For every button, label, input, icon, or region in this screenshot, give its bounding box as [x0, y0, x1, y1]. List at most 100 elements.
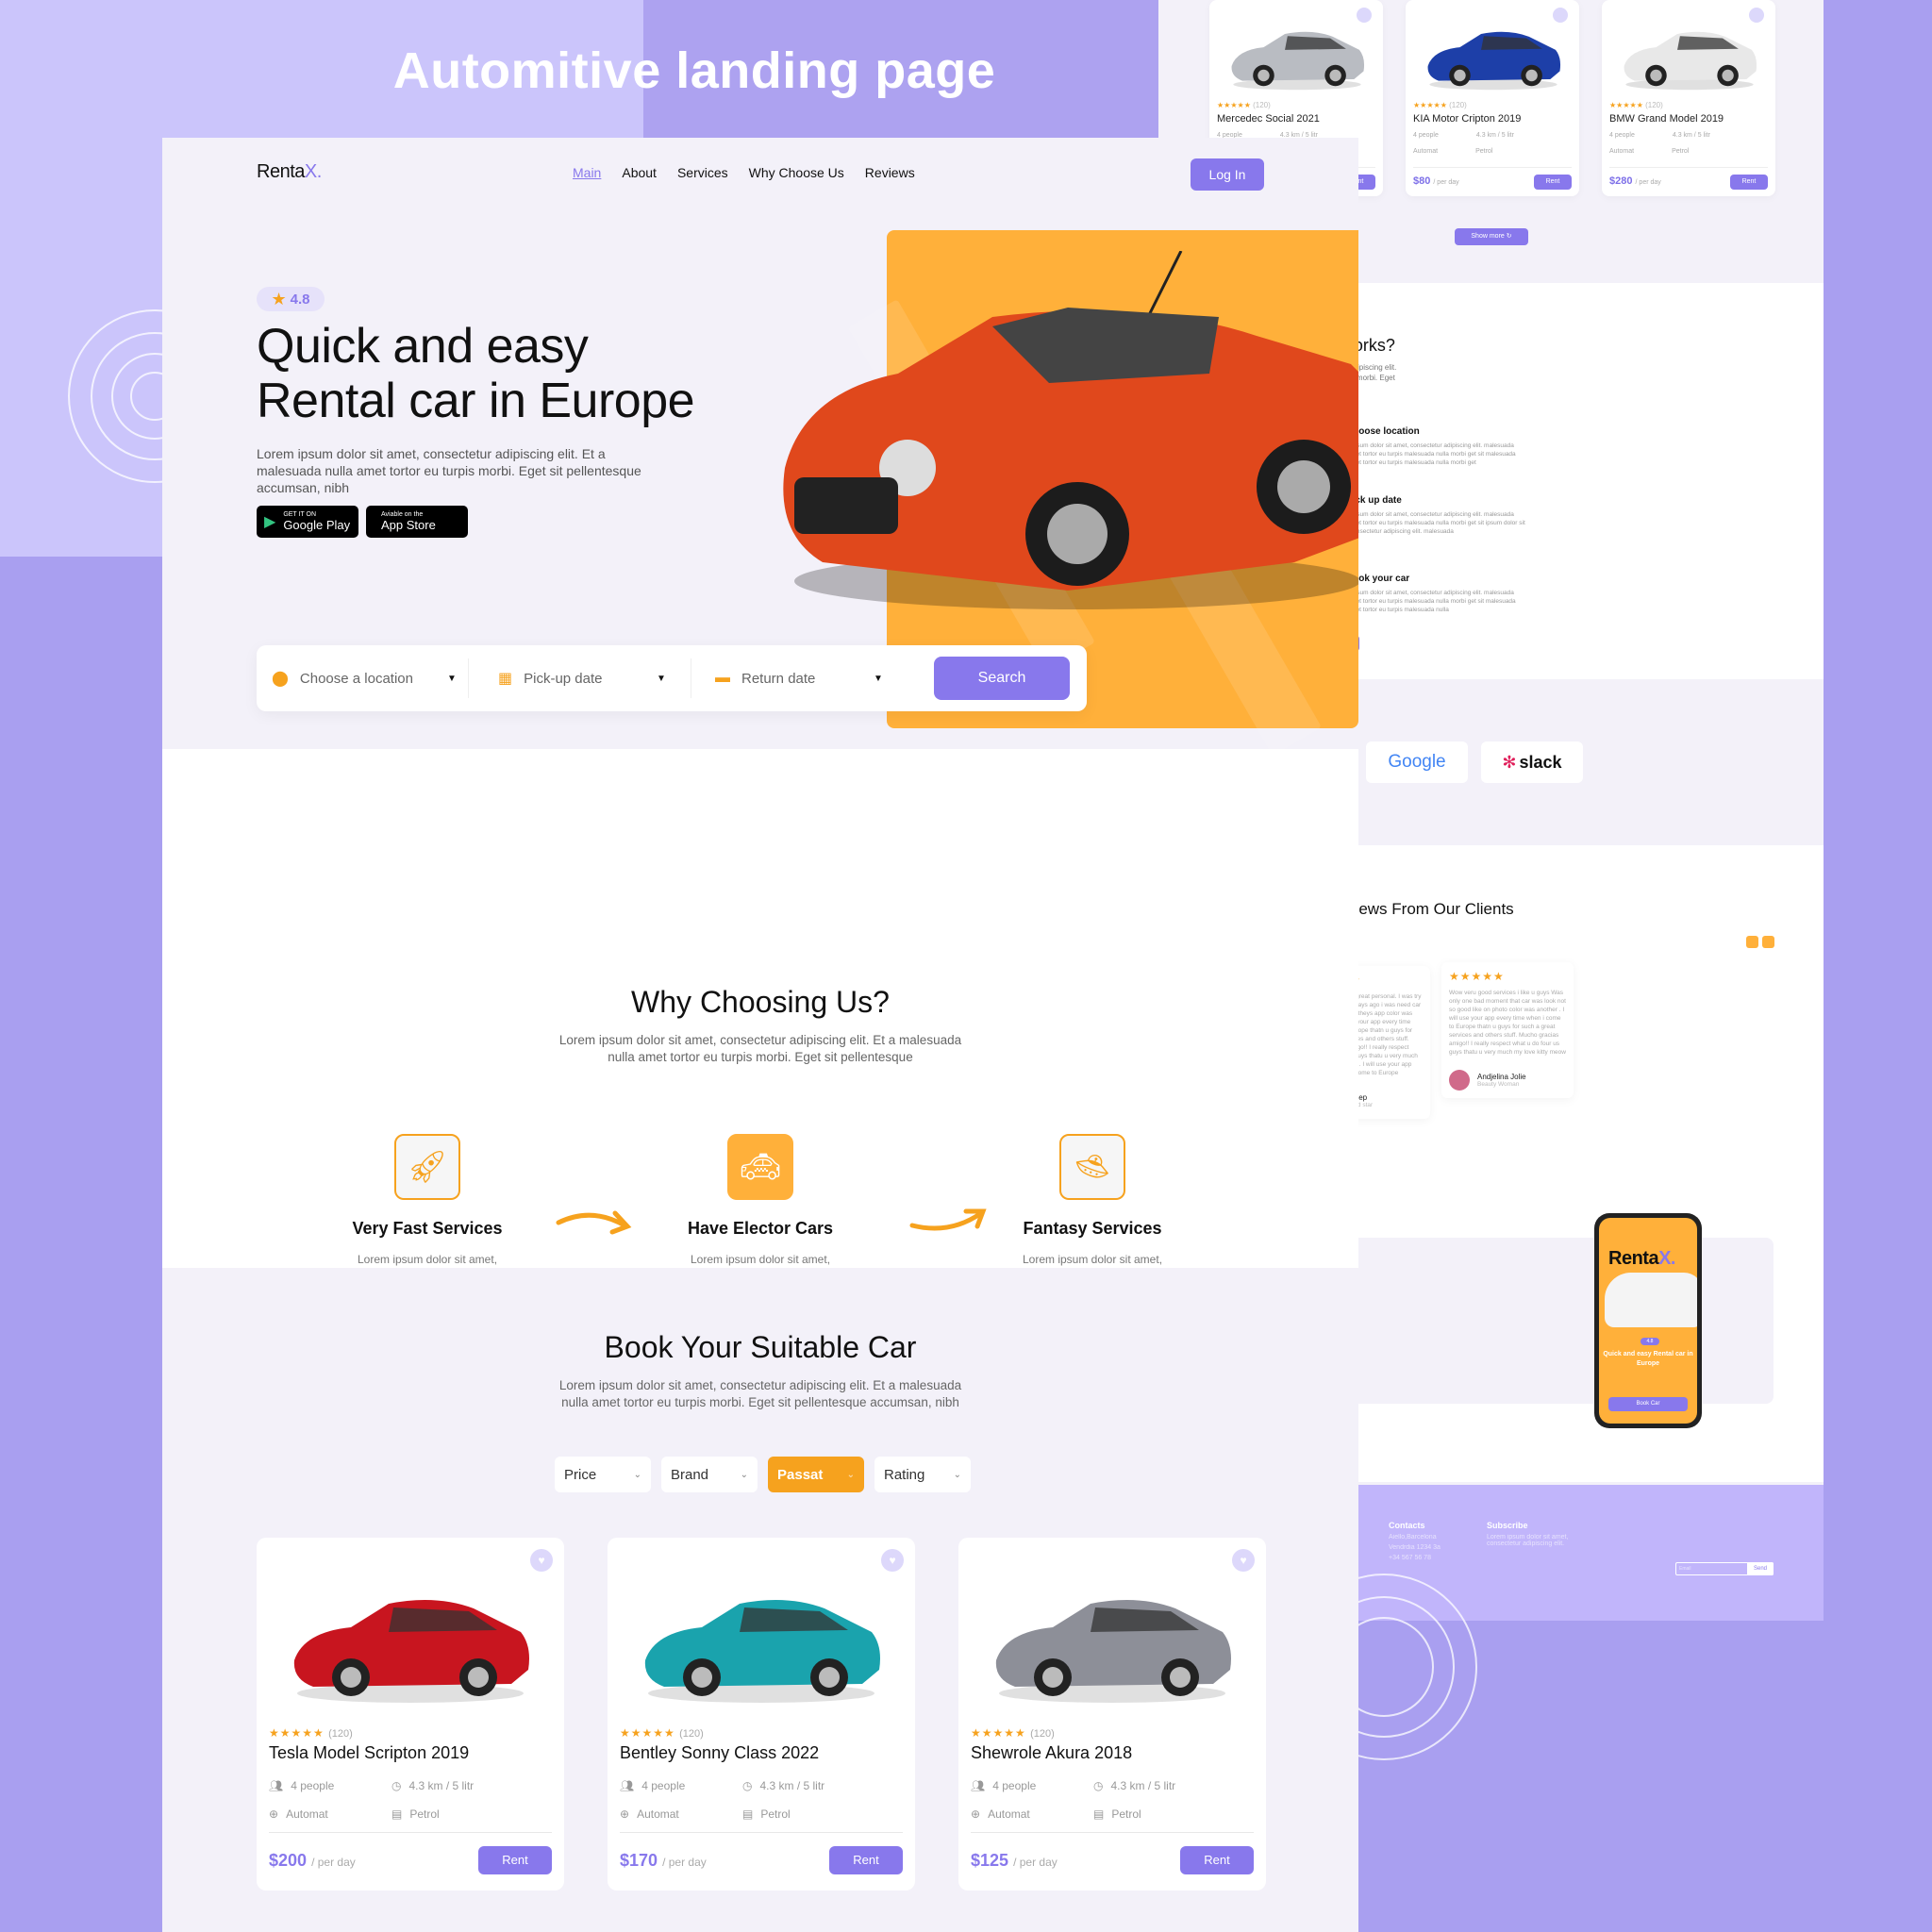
car-price: $80 / per day [1413, 175, 1459, 187]
rent-button[interactable]: Rent [829, 1846, 903, 1874]
step-text: Lorem ipsum dolor sit amet, consectetur … [1333, 590, 1516, 613]
star-rating: ★★★★★ (120) [1609, 101, 1663, 109]
car-name: Mercedec Social 2021 [1217, 113, 1320, 125]
footer-link[interactable]: Aiello,Barcelona [1389, 1534, 1441, 1541]
rent-button[interactable]: Rent [1180, 1846, 1254, 1874]
slack-logo-icon: ✻ [1502, 752, 1517, 772]
phone-mockup: RentaX. 4.8 Quick and easy Rental car in… [1594, 1213, 1702, 1428]
rocket-icon: 🚀︎ [394, 1134, 460, 1200]
steering-wheel-icon: ⊕ [971, 1807, 981, 1821]
people-icon: 👥︎ [971, 1779, 986, 1792]
rent-button[interactable]: Rent [478, 1846, 552, 1874]
caret-down-icon: ▼ [447, 673, 457, 684]
nav-about[interactable]: About [622, 165, 657, 180]
why-title: Why Choosing Us? [631, 985, 890, 1019]
star-rating: ★★★★★ (120) [1413, 101, 1467, 109]
nav-why-choose-us[interactable]: Why Choose Us [749, 165, 844, 180]
subscribe-send-button[interactable]: Send [1747, 1562, 1774, 1575]
app-store-button[interactable]: Aviable on the App Store [366, 506, 468, 538]
show-more-button[interactable]: Show more ↻ [1455, 228, 1528, 245]
caret-down-icon: ▼ [657, 673, 666, 684]
people-icon: 👥︎ [269, 1779, 284, 1792]
car-name: Bentley Sonny Class 2022 [620, 1743, 820, 1762]
reviews-next-button[interactable] [1762, 936, 1774, 948]
car-fuel: Petrol [760, 1807, 791, 1821]
main-menu: Main About Services Why Choose Us Review… [573, 165, 915, 180]
steering-wheel-icon: ⊕ [620, 1807, 630, 1821]
car-consumption: 4.3 km / 5 litr [759, 1779, 825, 1792]
main-landing-page: RentaX. Main About Services Why Choose U… [162, 138, 1358, 1932]
filter-price[interactable]: Price ⌄ [555, 1457, 651, 1492]
reviews-prev-button[interactable] [1746, 936, 1758, 948]
speedometer-icon: ◷ [1093, 1779, 1104, 1792]
car-card: ♥ ★★★★★ (120) Tesla Model Scripton 2019 … [257, 1538, 564, 1890]
car-card: ♥ ★★★★★ (120) Bentley Sonny Class 2022 👥… [608, 1538, 915, 1890]
star-rating: ★★★★★ [1449, 970, 1505, 983]
calendar-icon: ▦ [498, 671, 513, 687]
curved-arrow-icon [556, 1210, 632, 1235]
chevron-down-icon: ⌄ [953, 1469, 961, 1480]
chevron-down-icon: ⌄ [740, 1469, 748, 1480]
brand-google: Google [1366, 741, 1468, 783]
why-choose-us-section: Why Choosing Us? Lorem ipsum dolor sit a… [162, 749, 1358, 1311]
pickup-date-select[interactable]: ▦ Pick-up date ▼ [498, 645, 666, 711]
car-name: Tesla Model Scripton 2019 [269, 1743, 470, 1762]
star-rating: ★★★★★ (120) [971, 1726, 1055, 1740]
footer-link[interactable]: +34 567 56 78 [1389, 1555, 1441, 1561]
step-text: Lorem ipsum dolor sit amet, consectetur … [1333, 511, 1525, 535]
car-transmission: Automat [988, 1807, 1030, 1821]
logo[interactable]: RentaX. [257, 161, 322, 183]
hero-description: Lorem ipsum dolor sit amet, consectetur … [257, 446, 641, 495]
star-rating: ★★★★★ (120) [269, 1726, 353, 1740]
why-subtitle: Lorem ipsum dolor sit amet, consectetur … [558, 1033, 962, 1064]
filter-model[interactable]: Passat ⌄ [768, 1457, 864, 1492]
heart-icon[interactable]: ♥ [530, 1549, 553, 1572]
fuel-icon: ▤ [742, 1807, 754, 1821]
book-subtitle: Lorem ipsum dolor sit amet, consectetur … [558, 1378, 962, 1409]
car-transmission: Automat [286, 1807, 328, 1821]
car-price: $280 / per day [1609, 175, 1661, 187]
review-text: Wow veru good services i like u guys Was… [1449, 990, 1566, 1056]
heart-icon[interactable]: ♥ [1232, 1549, 1255, 1572]
nav-services[interactable]: Services [677, 165, 728, 180]
filter-rating[interactable]: Rating ⌄ [874, 1457, 971, 1492]
search-button[interactable]: Search [934, 657, 1070, 700]
phone-car-image [1605, 1273, 1697, 1327]
car-name: BMW Grand Model 2019 [1609, 113, 1724, 125]
chevron-down-icon: ⌄ [633, 1469, 641, 1480]
footer-column: Subscribe Lorem ipsum dolor sit amet, con… [1487, 1521, 1581, 1547]
footer-link[interactable]: Lorem ipsum dolor sit amet, consectetur … [1487, 1534, 1581, 1547]
footer-heading: Contacts [1389, 1521, 1425, 1530]
rent-button[interactable]: Rent [1534, 175, 1572, 190]
car-capacity: 4 people [291, 1779, 335, 1792]
phone-logo: RentaX. [1608, 1248, 1675, 1269]
car-capacity: 4 people [992, 1779, 1037, 1792]
speedometer-icon: ◷ [742, 1779, 753, 1792]
footer-link[interactable]: Vendrdia 1234 3a [1389, 1544, 1441, 1551]
preview-car-card: ★★★★★ (120) KIA Motor Cripton 2019 4 peo… [1406, 0, 1579, 196]
phone-book-button[interactable]: Book Car [1608, 1397, 1688, 1411]
car-price: $200 / per day [269, 1851, 356, 1870]
car-capacity: 4 people [641, 1779, 686, 1792]
car-name: Shewrole Akura 2018 [971, 1743, 1133, 1762]
car-price: $170 / per day [620, 1851, 707, 1870]
google-play-button[interactable]: ▶ GET IT ON Google Play [257, 506, 358, 538]
nav-main[interactable]: Main [573, 165, 601, 180]
rent-button[interactable]: Rent [1730, 175, 1768, 190]
footer-column: Contacts Aiello,Barcelona Vendrdia 1234 3a… [1389, 1521, 1441, 1561]
heart-icon[interactable]: ♥ [881, 1549, 904, 1572]
hero-title: Quick and easy Rental car in Europe [257, 319, 695, 428]
reviewer-name: Andjelina Jolie [1477, 1073, 1526, 1081]
return-date-select[interactable]: ▬ Return date ▼ [715, 645, 883, 711]
rating-badge: ★ 4.8 [257, 287, 325, 311]
location-select[interactable]: ⬤ Choose a location ▼ [272, 645, 457, 711]
book-title: Book Your Suitable Car [604, 1330, 917, 1364]
login-button[interactable]: Log In [1191, 158, 1264, 191]
car-consumption: 4.3 km / 5 litr [1110, 1779, 1176, 1792]
car-icon: ▬ [715, 670, 730, 686]
avatar [1449, 1070, 1470, 1091]
filter-brand[interactable]: Brand ⌄ [661, 1457, 758, 1492]
nav-reviews[interactable]: Reviews [865, 165, 915, 180]
speedometer-icon: ◷ [391, 1779, 402, 1792]
caret-down-icon: ▼ [874, 673, 883, 684]
